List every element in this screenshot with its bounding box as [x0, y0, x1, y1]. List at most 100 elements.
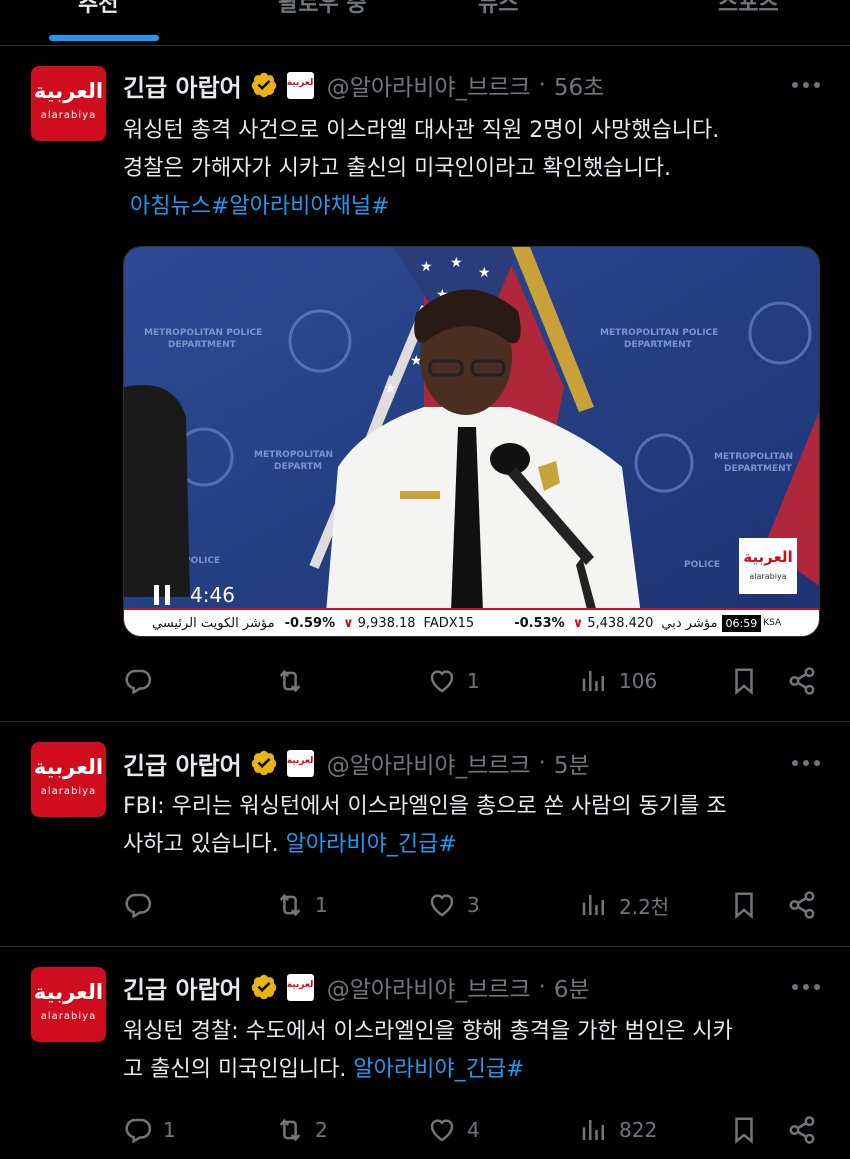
reply-button[interactable] — [123, 664, 163, 698]
retweet-icon — [279, 669, 301, 693]
tweet-header: 긴급 아랍어 العربية @알아라비야_브르크 · 6분 — [123, 970, 590, 1004]
ticker-percent: -0.53% — [514, 615, 565, 631]
views-chart-icon — [582, 895, 604, 915]
video-player[interactable]: METROPOLITAN POLICE DEPARTMENT METROPOLIT… — [123, 246, 820, 637]
svg-text:METROPOLITAN: METROPOLITAN — [254, 450, 333, 460]
pause-icon[interactable] — [154, 585, 170, 605]
avatar[interactable]: العربية alarabiya — [31, 742, 106, 817]
share-icon — [789, 891, 815, 919]
tab-bar: 추천 팔로우 중 뉴스 스포츠 — [0, 0, 850, 46]
ticker-index-name: مؤشر الكويت الرئيسي — [152, 615, 275, 631]
verified-badge-icon — [251, 974, 277, 1000]
tweet-header: 긴급 아랍어 العربية @알아라비야_브르크 · 5분 — [123, 746, 590, 780]
separator-dot: · — [538, 750, 546, 776]
handle[interactable]: @알아라비야_브르크 — [327, 746, 531, 780]
tweet-text-line: 워싱턴 총격 사건으로 이스라엘 대사관 직원 2명이 사망했습니다. — [123, 118, 720, 143]
views-button[interactable]: 822 — [579, 1113, 657, 1147]
share-icon — [789, 667, 815, 695]
hashtag-link[interactable]: 알아라비야_긴급# — [286, 832, 457, 857]
heart-icon — [430, 1119, 454, 1142]
separator-dot: · — [538, 974, 546, 1000]
verified-badge-icon — [251, 72, 277, 98]
avatar-logo-subtext: alarabiya — [40, 786, 97, 797]
svg-text:METROPOLITAN POLICE: METROPOLITAN POLICE — [600, 328, 718, 338]
svg-text:★: ★ — [384, 381, 397, 397]
views-chart-icon — [582, 671, 604, 691]
avatar[interactable]: العربية alarabiya — [31, 967, 106, 1042]
verified-badge-icon — [251, 750, 277, 776]
ticker-percent: -0.59% — [284, 615, 336, 631]
like-count: 3 — [467, 893, 480, 917]
bookmark-button[interactable] — [729, 664, 759, 698]
retweet-button[interactable] — [275, 664, 315, 698]
hashtag-link[interactable]: 알아라비야_긴급# — [353, 1057, 524, 1082]
channel-watermark: العربية alarabiya — [739, 538, 797, 594]
handle[interactable]: @알아라비야_브르크 — [327, 68, 531, 102]
views-button[interactable]: 2.2천 — [579, 888, 669, 922]
svg-text:DEPARTMENT: DEPARTMENT — [724, 464, 793, 474]
affiliate-badge-icon: العربية — [286, 71, 314, 99]
news-ticker: مؤشر الكويت الرئيسي -0.59% ∨ 9,938.18 FA… — [124, 608, 819, 636]
tab-for-you[interactable]: 추천 — [78, 0, 118, 17]
more-options-icon[interactable] — [792, 82, 820, 90]
more-options-icon[interactable] — [792, 984, 820, 992]
retweet-count: 2 — [315, 1118, 328, 1142]
tweet-text: 워싱턴 경찰: 수도에서 이스라엘인을 향해 총격을 가한 범인은 시카 고 출… — [123, 1013, 823, 1089]
ticker-symbol: FADX15 — [423, 615, 475, 631]
hashtag-link[interactable]: 아침뉴스#알아라비야채널# — [123, 188, 823, 226]
timestamp[interactable]: 5분 — [554, 746, 590, 780]
like-button[interactable]: 3 — [427, 888, 480, 922]
display-name[interactable]: 긴급 아랍어 — [123, 68, 242, 103]
duration-label: 4:46 — [190, 583, 235, 607]
avatar[interactable]: العربية alarabiya — [31, 66, 106, 141]
views-button[interactable]: 106 — [579, 664, 657, 698]
svg-text:METROPOLITAN: METROPOLITAN — [714, 452, 793, 462]
tweet-actions: 1 106 — [123, 664, 823, 698]
watermark-subtext: alarabiya — [749, 572, 787, 581]
ticker-index-name: مؤشر دبي — [661, 615, 718, 631]
affiliate-badge-icon: العربية — [286, 973, 314, 1001]
tab-news[interactable]: 뉴스 — [478, 0, 518, 17]
timestamp[interactable]: 6분 — [554, 970, 590, 1004]
avatar-logo-text: العربية — [33, 79, 104, 103]
display-name[interactable]: 긴급 아랍어 — [123, 970, 242, 1005]
retweet-button[interactable]: 1 — [275, 888, 328, 922]
tweet[interactable]: العربية alarabiya 긴급 아랍어 العربية @알아라비야_… — [0, 46, 850, 722]
tab-following[interactable]: 팔로우 중 — [278, 0, 367, 17]
reply-button[interactable]: 1 — [123, 1113, 176, 1147]
tweet-text: 워싱턴 총격 사건으로 이스라엘 대사관 직원 2명이 사망했습니다. 경찰은 … — [123, 112, 823, 226]
like-button[interactable]: 4 — [427, 1113, 480, 1147]
timestamp[interactable]: 56초 — [554, 68, 604, 102]
avatar-logo-subtext: alarabiya — [40, 110, 97, 121]
svg-text:POLICE: POLICE — [184, 556, 220, 566]
handle[interactable]: @알아라비야_브르크 — [327, 970, 531, 1004]
share-button[interactable] — [787, 1113, 817, 1147]
ticker-clock-zone: KSA — [763, 618, 782, 628]
bookmark-button[interactable] — [729, 888, 759, 922]
more-options-icon[interactable] — [792, 760, 820, 768]
tweet[interactable]: العربية alarabiya 긴급 아랍어 العربية @알아라비야_… — [0, 947, 850, 1159]
display-name[interactable]: 긴급 아랍어 — [123, 746, 242, 781]
video-duration[interactable]: 4:46 — [154, 580, 235, 610]
views-count: 822 — [619, 1118, 658, 1142]
reply-button[interactable] — [123, 888, 163, 922]
avatar-logo-subtext: alarabiya — [40, 1011, 97, 1022]
retweet-button[interactable]: 2 — [275, 1113, 328, 1147]
tweet-text-line: 사하고 있습니다. — [123, 832, 286, 857]
svg-text:DEPARTMENT: DEPARTMENT — [624, 340, 693, 350]
bookmark-button[interactable] — [729, 1113, 759, 1147]
tab-sports[interactable]: 스포츠 — [718, 0, 779, 17]
tweet[interactable]: العربية alarabiya 긴급 아랍어 العربية @알아라비야_… — [0, 722, 850, 947]
tweet-text-line: FBI: 우리는 워싱턴에서 이스라엘인을 총으로 쏜 사람의 동기를 조 — [123, 794, 727, 819]
views-chart-icon — [582, 1120, 604, 1140]
svg-text:METROPOLITAN POLICE: METROPOLITAN POLICE — [144, 328, 262, 338]
share-button[interactable] — [787, 888, 817, 922]
retweet-count: 1 — [315, 893, 328, 917]
tweet-header: 긴급 아랍어 العربية @알아라비야_브르크 · 56초 — [123, 68, 604, 102]
tweet-text: FBI: 우리는 워싱턴에서 이스라엘인을 총으로 쏜 사람의 동기를 조 사하… — [123, 788, 823, 864]
share-button[interactable] — [787, 664, 817, 698]
tweet-text-line: 워싱턴 경찰: 수도에서 이스라엘인을 향해 총격을 가한 범인은 시카 — [123, 1019, 733, 1044]
reply-count: 1 — [163, 1118, 176, 1142]
like-button[interactable]: 1 — [427, 664, 480, 698]
heart-icon — [430, 670, 454, 693]
